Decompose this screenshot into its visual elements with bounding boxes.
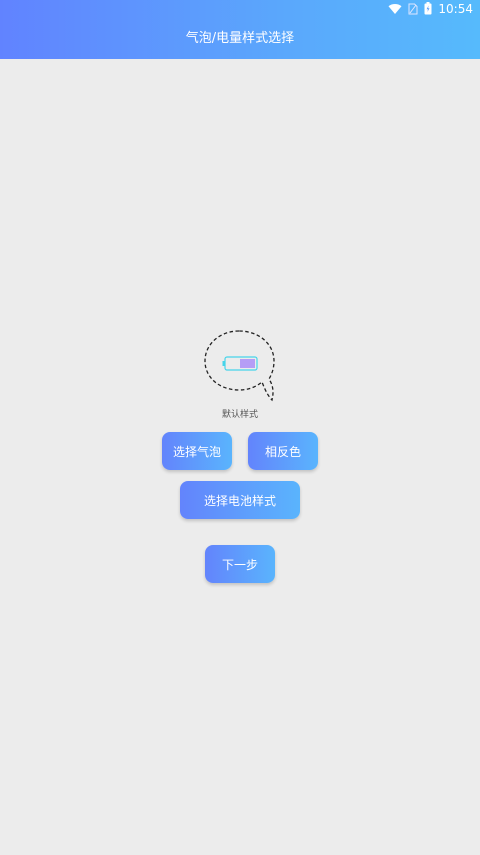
style-label: 默认样式 bbox=[221, 410, 258, 420]
status-bar: 10:54 bbox=[0, 0, 480, 19]
speech-bubble-icon bbox=[204, 330, 275, 402]
bubble-preview bbox=[203, 329, 277, 405]
sim-card-icon bbox=[408, 0, 418, 19]
select-bubble-button[interactable]: 选择气泡 bbox=[162, 432, 232, 470]
wifi-icon bbox=[388, 0, 402, 19]
app-header: 10:54 气泡/电量样式选择 bbox=[0, 0, 480, 59]
battery-icon bbox=[424, 0, 432, 19]
select-battery-style-button[interactable]: 选择电池样式 bbox=[180, 481, 300, 519]
next-step-button[interactable]: 下一步 bbox=[205, 545, 275, 583]
page-title: 气泡/电量样式选择 bbox=[185, 31, 295, 46]
invert-color-button[interactable]: 相反色 bbox=[248, 432, 318, 470]
status-time: 10:54 bbox=[438, 2, 473, 16]
status-icons: 10:54 bbox=[388, 2, 473, 17]
